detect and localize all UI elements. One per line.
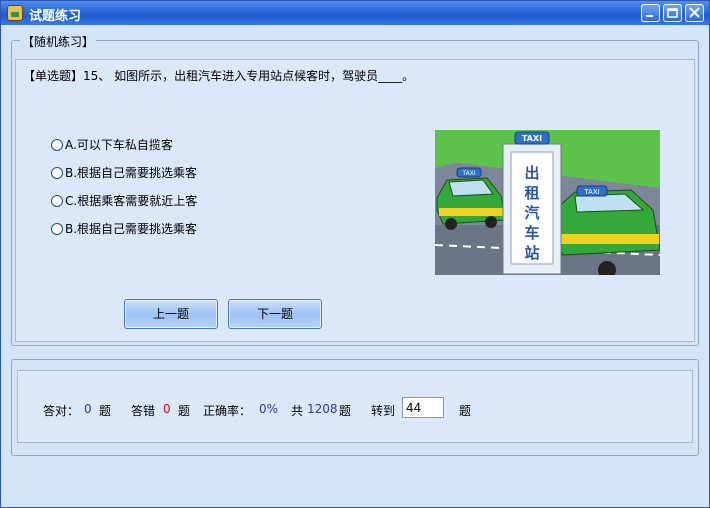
radio-d[interactable] (51, 222, 63, 235)
stats-group (11, 359, 699, 456)
window-title: 试题练习 (29, 9, 82, 24)
taxi-stand-sign: TAXI 出 租 汽 车 站 (502, 131, 562, 275)
radio-c[interactable] (51, 194, 63, 207)
title-bar[interactable]: 试题练习 (1, 1, 709, 25)
option-d-label: B.根据自己需要挑选乘客 (65, 222, 198, 236)
stats-panel (17, 370, 693, 443)
sign-char-5: 站 (524, 244, 539, 262)
radio-b[interactable] (51, 166, 63, 179)
prev-question-button[interactable]: 上一题 (124, 299, 218, 329)
option-c-label: C.根据乘客需要就近上客 (65, 194, 198, 208)
close-icon (689, 7, 700, 18)
correct-label: 答对： (43, 404, 80, 418)
minimize-icon (646, 15, 653, 17)
car-sign-left: TAXI (461, 170, 475, 177)
close-button[interactable] (685, 4, 704, 22)
sign-char-2: 租 (524, 184, 539, 202)
stand-roof-sign: TAXI (522, 134, 542, 143)
main-window: 试题练习 【随机练习】 【单选题】15、 如图所示，出租汽车进入专用站点候客时，… (0, 0, 710, 508)
rate-value: 0% (259, 402, 279, 416)
wrong-unit: 题 (178, 404, 191, 418)
correct-unit: 题 (99, 404, 112, 418)
option-c[interactable]: C.根据乘客需要就近上客 (51, 192, 197, 209)
car-sign-right: TAXI (583, 188, 599, 196)
jump-to-input[interactable] (402, 397, 444, 418)
option-b-label: B.根据自己需要挑选乘客 (65, 166, 198, 180)
sign-char-4: 车 (524, 224, 539, 242)
group-legend: 【随机练习】 (20, 33, 97, 50)
maximize-icon (667, 8, 678, 18)
question-figure: TAXI TAXI TAXI 出 租 汽 车 站 (435, 130, 660, 275)
total-label: 共 (291, 404, 304, 418)
wrong-count: 0 (163, 402, 171, 416)
total-unit: 题 (339, 404, 352, 418)
wrong-label: 答错 (131, 404, 156, 418)
total-count: 1208 (307, 402, 338, 416)
sign-char-3: 汽 (524, 204, 539, 222)
option-d[interactable]: B.根据自己需要挑选乘客 (51, 220, 197, 237)
sign-char-1: 出 (524, 164, 539, 182)
maximize-button[interactable] (663, 4, 682, 22)
jump-label: 转到 (371, 404, 396, 418)
jump-unit: 题 (459, 404, 472, 418)
next-question-button[interactable]: 下一题 (228, 299, 322, 329)
taxi-stand-illustration: TAXI TAXI TAXI 出 租 汽 车 站 (435, 130, 660, 275)
option-a-label: A.可以下车私自揽客 (65, 138, 173, 152)
rate-label: 正确率： (203, 404, 252, 418)
question-text: 【单选题】15、 如图所示，出租汽车进入专用站点候客时，驾驶员____。 (23, 69, 415, 83)
minimize-button[interactable] (641, 4, 660, 22)
option-b[interactable]: B.根据自己需要挑选乘客 (51, 164, 197, 181)
correct-count: 0 (84, 402, 92, 416)
option-a[interactable]: A.可以下车私自揽客 (51, 136, 173, 153)
app-icon (7, 5, 23, 21)
radio-a[interactable] (51, 138, 63, 151)
